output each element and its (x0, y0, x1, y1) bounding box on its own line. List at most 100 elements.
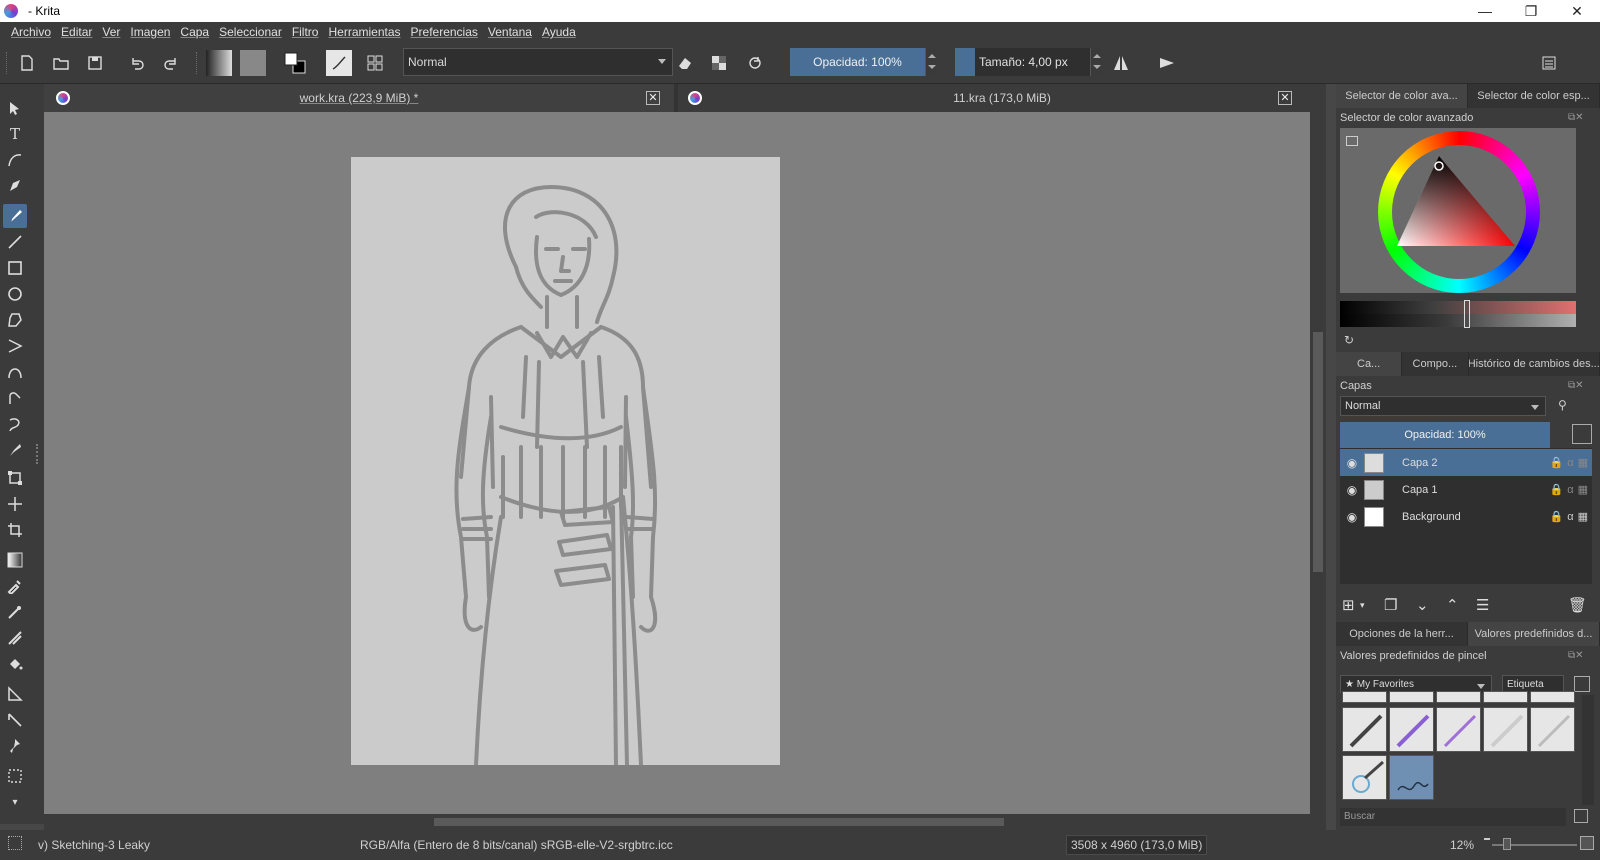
vertical-scroll-thumb[interactable] (1313, 332, 1323, 572)
layer-lock-alpha-icons[interactable]: 🔒α▦ (1532, 456, 1592, 469)
dock-options-icon[interactable] (1536, 50, 1562, 76)
close-tab-icon[interactable]: ✕ (646, 91, 660, 105)
dynamic-brush-tool-icon[interactable] (3, 412, 27, 436)
menu-filtro[interactable]: Filtro (292, 25, 319, 39)
workspace-grid-icon[interactable] (362, 50, 388, 76)
select-shapes-tool-icon[interactable] (3, 96, 27, 120)
layer-properties-sliders-icon[interactable]: ☰ (1476, 596, 1489, 614)
menu-preferencias[interactable]: Preferencias (411, 25, 478, 39)
minimize-button[interactable]: — (1462, 0, 1508, 22)
brush-preset[interactable] (1342, 691, 1387, 703)
calligraphy-tool-icon[interactable] (3, 174, 27, 198)
bezier-curve-tool-icon[interactable] (3, 360, 27, 384)
panel-float-close-icon[interactable]: ⧉✕ (1568, 380, 1584, 391)
preserve-alpha-icon[interactable] (706, 50, 732, 76)
tab-advanced-color-selector[interactable]: Selector de color ava... (1336, 84, 1468, 108)
size-spin-buttons[interactable] (1090, 48, 1102, 76)
brush-preset-icon[interactable] (326, 50, 352, 76)
brush-preset[interactable] (1436, 707, 1481, 752)
delete-layer-icon[interactable]: 🗑 (1568, 596, 1587, 614)
text-tool-icon[interactable]: T (3, 122, 27, 146)
layer-item-capa-2[interactable]: ◉ Capa 2 🔒α▦ (1340, 449, 1592, 476)
tab-brush-presets[interactable]: Valores predefinidos d... (1468, 622, 1600, 646)
brush-preset[interactable] (1342, 707, 1387, 752)
open-document-icon[interactable] (48, 50, 74, 76)
brush-preset[interactable] (1389, 691, 1434, 703)
layer-blend-mode-select[interactable]: Normal (1340, 396, 1546, 416)
save-preset-icon[interactable] (1574, 809, 1588, 823)
opacity-spin-buttons[interactable] (925, 48, 937, 76)
transform-tool-icon[interactable] (3, 466, 27, 490)
horizontal-scroll-thumb[interactable] (434, 818, 1004, 826)
document-tab-work[interactable]: work.kra (223,9 MiB) * ✕ (44, 84, 674, 112)
menu-editar[interactable]: Editar (61, 25, 92, 39)
move-tool-icon[interactable] (3, 492, 27, 516)
brush-preset[interactable] (1530, 691, 1575, 703)
refresh-icon[interactable]: ↻ (1344, 333, 1354, 347)
brush-preset[interactable] (1483, 691, 1528, 703)
eraser-mode-icon[interactable] (672, 50, 698, 76)
close-window-button[interactable]: ✕ (1554, 0, 1600, 22)
gradient-tool-icon[interactable] (3, 548, 27, 572)
brush-preset[interactable] (1530, 707, 1575, 752)
brush-preset[interactable] (1436, 691, 1481, 703)
eye-visibility-icon[interactable]: ◉ (1340, 510, 1364, 524)
eye-visibility-icon[interactable]: ◉ (1340, 483, 1364, 497)
brush-size-slider[interactable]: Tamaño: 4,00 px (955, 48, 1090, 76)
move-layer-down-icon[interactable]: ⌄ (1416, 596, 1429, 614)
opacity-slider[interactable]: Opacidad: 100% (790, 48, 925, 76)
layer-opacity-slider[interactable]: Opacidad: 100% (1340, 422, 1550, 448)
save-icon[interactable] (82, 50, 108, 76)
eye-visibility-icon[interactable]: ◉ (1340, 456, 1364, 470)
color-history-bar[interactable] (1340, 301, 1576, 327)
tab-specific-color-selector[interactable]: Selector de color esp... (1468, 84, 1600, 108)
brush-grid-scrollbar[interactable] (1582, 695, 1594, 805)
canvas-horizontal-scrollbar[interactable] (44, 814, 1326, 830)
tab-tool-options[interactable]: Opciones de la herr... (1336, 622, 1468, 646)
multibrush-tool-icon[interactable] (3, 438, 27, 462)
rectangle-tool-icon[interactable] (3, 256, 27, 280)
canvas-only-toggle-icon[interactable] (1580, 836, 1594, 850)
reference-pin-tool-icon[interactable] (3, 734, 27, 758)
mirror-vertical-icon[interactable] (1154, 50, 1180, 76)
undo-icon[interactable] (124, 50, 150, 76)
blend-mode-select[interactable]: Normal (403, 48, 673, 76)
redo-icon[interactable] (158, 50, 184, 76)
mirror-horizontal-icon[interactable] (1108, 50, 1134, 76)
saturation-value-triangle[interactable] (1397, 148, 1517, 253)
add-layer-icon[interactable]: ⊞ (1342, 596, 1355, 614)
crop-tool-icon[interactable] (3, 518, 27, 542)
layer-lock-alpha-icons[interactable]: 🔒α▦ (1532, 483, 1592, 496)
brush-preset[interactable] (1389, 707, 1434, 752)
toolbox-splitter[interactable] (30, 84, 44, 824)
panel-float-close-icon[interactable]: ⧉✕ (1568, 112, 1584, 123)
menu-archivo[interactable]: Archivo (11, 25, 51, 39)
freehand-brush-tool-icon[interactable] (3, 204, 27, 228)
edit-shapes-tool-icon[interactable] (3, 148, 27, 172)
assistant-tool-icon[interactable] (3, 626, 27, 650)
menu-ventana[interactable]: Ventana (488, 25, 532, 39)
zoom-out-icon[interactable] (1484, 838, 1490, 840)
panel-float-close-icon[interactable]: ⧉✕ (1568, 650, 1584, 661)
tab-layers[interactable]: Ca... (1336, 352, 1403, 376)
brush-view-options-icon[interactable] (1574, 676, 1590, 692)
freehand-path-tool-icon[interactable] (3, 386, 27, 410)
move-layer-up-icon[interactable]: ⌃ (1446, 596, 1459, 614)
polygon-tool-icon[interactable] (3, 308, 27, 332)
measure-tool-icon[interactable] (3, 682, 27, 706)
layer-filter-icon[interactable]: ⚲ (1558, 398, 1567, 412)
menu-herramientas[interactable]: Herramientas (328, 25, 400, 39)
fill-tool-icon[interactable] (3, 652, 27, 676)
rectangular-selection-tool-icon[interactable] (3, 764, 27, 788)
document-tab-11[interactable]: 11.kra (173,0 MiB) ✕ (678, 84, 1326, 112)
menu-imagen[interactable]: Imagen (130, 25, 170, 39)
color-selector-menu-icon[interactable] (1346, 136, 1358, 146)
maximize-button[interactable]: ❐ (1508, 0, 1554, 22)
layer-item-background[interactable]: ◉ Background 🔒α▦ (1340, 503, 1592, 530)
layer-item-capa-1[interactable]: ◉ Capa 1 🔒α▦ (1340, 476, 1592, 503)
close-tab-icon[interactable]: ✕ (1278, 91, 1292, 105)
status-brush-name[interactable]: v) Sketching-3 Leaky (38, 838, 150, 852)
brush-preset[interactable] (1342, 755, 1387, 800)
color-shade-strip[interactable] (1340, 301, 1576, 314)
brush-preset-selected[interactable] (1389, 755, 1434, 800)
